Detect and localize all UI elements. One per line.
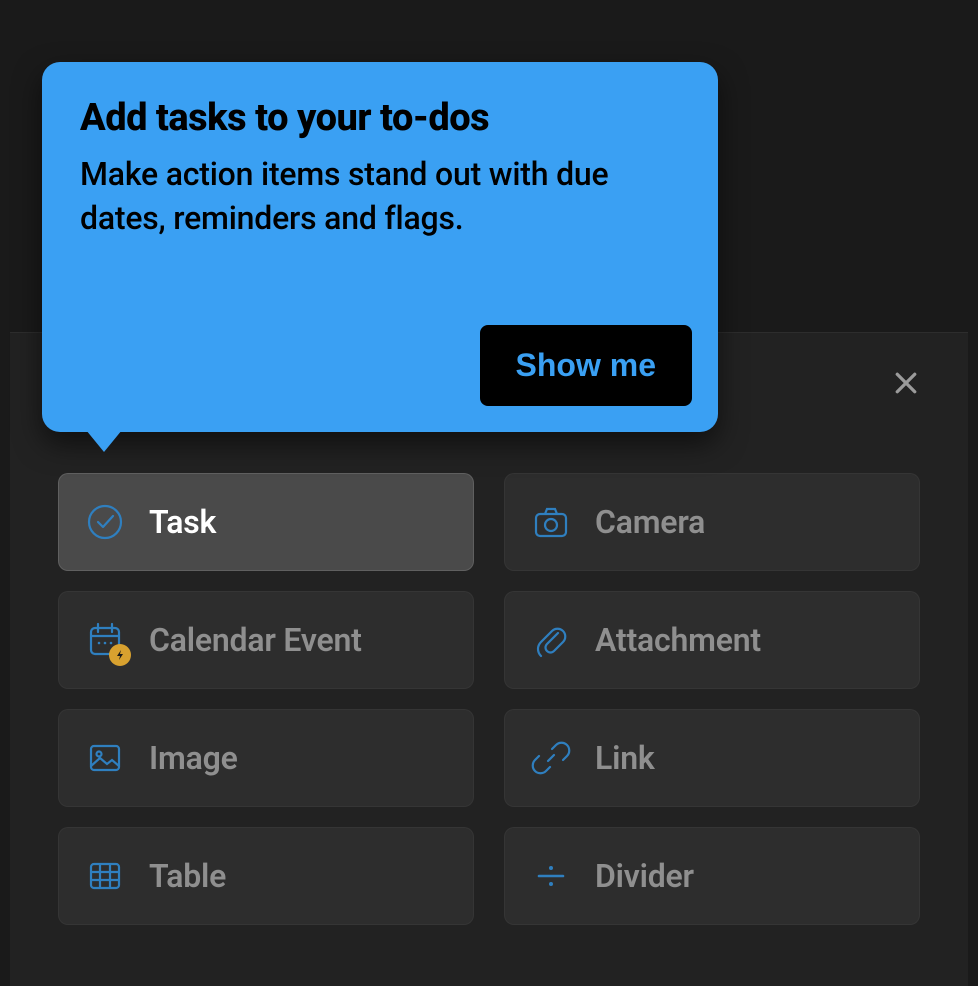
close-button[interactable] — [886, 365, 926, 405]
tile-label: Divider — [595, 857, 694, 895]
table-icon — [83, 854, 127, 898]
coach-title: Add tasks to your to-dos — [80, 96, 680, 140]
tile-attachment[interactable]: Attachment — [504, 591, 920, 689]
show-me-button[interactable]: Show me — [480, 325, 692, 406]
tile-camera[interactable]: Camera — [504, 473, 920, 571]
paperclip-icon — [529, 618, 573, 662]
tile-label: Attachment — [595, 621, 761, 659]
tile-table[interactable]: Table — [58, 827, 474, 925]
tile-label: Task — [149, 503, 216, 541]
tile-label: Calendar Event — [149, 621, 362, 659]
insert-grid: Task Camera — [58, 473, 920, 925]
tile-label: Image — [149, 739, 238, 777]
coach-mark: Add tasks to your to-dos Make action ite… — [42, 62, 718, 432]
tile-calendar-event[interactable]: Calendar Event — [58, 591, 474, 689]
link-icon — [529, 736, 573, 780]
tile-label: Link — [595, 739, 655, 777]
tile-label: Camera — [595, 503, 705, 541]
camera-icon — [529, 500, 573, 544]
lightning-badge-icon — [109, 644, 131, 666]
divider-icon — [529, 854, 573, 898]
tile-link[interactable]: Link — [504, 709, 920, 807]
tile-task[interactable]: Task — [58, 473, 474, 571]
image-icon — [83, 736, 127, 780]
task-icon — [83, 500, 127, 544]
tile-divider[interactable]: Divider — [504, 827, 920, 925]
close-icon — [891, 368, 921, 402]
tile-image[interactable]: Image — [58, 709, 474, 807]
coach-body: Make action items stand out with due dat… — [80, 152, 680, 240]
calendar-icon — [83, 618, 127, 662]
tile-label: Table — [149, 857, 226, 895]
